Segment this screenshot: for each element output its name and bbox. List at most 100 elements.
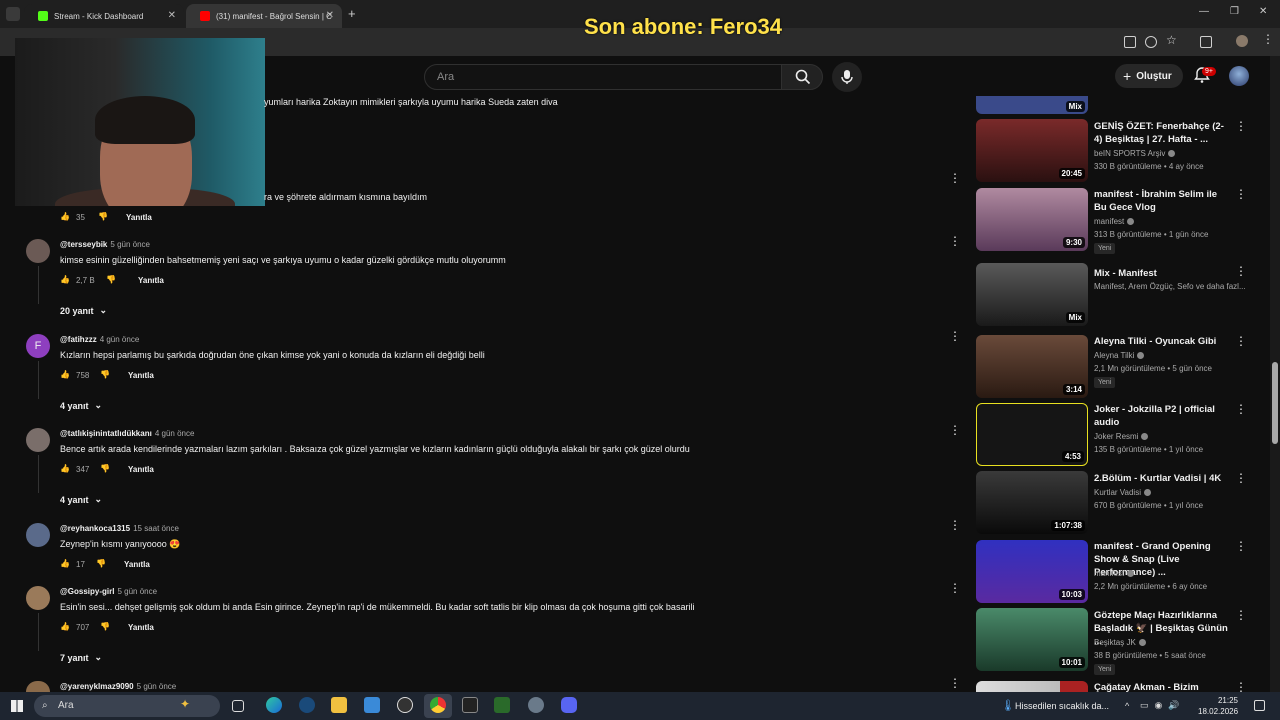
video-menu-icon[interactable]: ⋮ [1235,403,1247,415]
comment-author[interactable]: @tatlıkişinintatlıdükkanı 4 gün önce [60,429,194,438]
video-title[interactable]: Joker - Jokzilla P2 | official audio [1094,403,1228,429]
comment-menu-icon[interactable]: ⋮ [949,172,961,184]
steam-icon[interactable] [299,697,315,713]
obs-icon[interactable] [397,697,413,713]
video-channel[interactable]: Manifest, Arem Özgüç, Sefo ve daha fazl.… [1094,282,1249,291]
video-channel[interactable]: Kurtlar Vadisi [1094,488,1249,497]
replies-toggle[interactable]: 4 yanıt ⌄ [60,494,102,505]
close-icon[interactable]: ✕ [168,10,176,21]
store-icon[interactable] [364,697,380,713]
video-thumbnail[interactable]: Mix [976,263,1088,326]
tray-chevron-icon[interactable]: ^ [1125,701,1129,711]
discord-icon[interactable] [561,697,577,713]
video-thumbnail[interactable]: 20:45 [976,119,1088,182]
author-name[interactable]: @reyhankoca1315 [60,524,130,533]
like-icon[interactable]: 👍 [60,275,70,285]
video-menu-icon[interactable]: ⋮ [1235,540,1247,552]
replies-toggle[interactable]: 20 yanıt ⌄ [60,305,107,316]
avatar[interactable] [26,523,50,547]
dislike-icon[interactable]: 👎 [96,559,106,569]
restore-icon[interactable]: ❐ [1230,6,1239,17]
system-tray-icons[interactable]: ▭◉🔊 [1140,700,1186,711]
browser-menu-icon[interactable]: ⋮ [1262,32,1274,46]
channel-name[interactable]: Joker Resmi [1094,432,1138,441]
weather-text[interactable]: Hissedilen sıcaklık da... [1015,701,1109,711]
comment-author[interactable]: @Gossipy-girl 5 gün önce [60,587,157,596]
author-name[interactable]: @yarenyklmaz9090 [60,682,134,691]
windows-start-icon[interactable] [11,700,23,712]
channel-name[interactable]: Beşiktaş JK [1094,638,1136,647]
video-menu-icon[interactable]: ⋮ [1235,335,1247,347]
avatar[interactable] [26,239,50,263]
channel-name[interactable]: Aleyna Tilki [1094,351,1134,360]
channel-name[interactable]: manifest [1094,569,1124,578]
like-icon[interactable]: 👍 [60,212,70,222]
reply-button[interactable]: Yanıtla [128,465,154,474]
video-title[interactable]: GENİŞ ÖZET: Fenerbahçe (2-4) Beşiktaş | … [1094,120,1228,146]
video-thumbnail[interactable]: 10:01 [976,608,1088,671]
dislike-icon[interactable]: 👎 [100,622,110,632]
comment-menu-icon[interactable]: ⋮ [949,582,961,594]
like-icon[interactable]: 👍 [60,559,70,569]
avatar[interactable] [26,586,50,610]
author-name[interactable]: @tatlıkişinintatlıdükkanı [60,429,152,438]
new-tab-button[interactable]: + [348,6,356,21]
close-window-icon[interactable]: ✕ [1259,6,1267,17]
video-title[interactable]: 2.Bölüm - Kurtlar Vadisi | 4K [1094,472,1228,485]
app-icon[interactable] [494,697,510,713]
video-channel[interactable]: Joker Resmi [1094,432,1249,441]
video-thumbnail[interactable]: 3:14 [976,335,1088,398]
avatar[interactable] [26,428,50,452]
dislike-icon[interactable]: 👎 [100,464,110,474]
account-avatar[interactable] [1229,66,1249,86]
video-title[interactable]: Aleyna Tilki - Oyuncak Gibi [1094,335,1228,348]
comment-time[interactable]: 5 gün önce [117,587,157,596]
video-thumbnail[interactable]: 1:07:38 [976,471,1088,534]
video-thumbnail[interactable]: 10:03 [976,540,1088,603]
reply-button[interactable]: Yanıtla [128,623,154,632]
video-menu-icon[interactable]: ⋮ [1235,120,1247,132]
comment-menu-icon[interactable]: ⋮ [949,424,961,436]
task-view-icon[interactable] [232,700,244,712]
star-icon[interactable]: ☆ [1166,33,1177,47]
video-thumbnail[interactable]: 9:30 [976,188,1088,251]
tab-kick-dashboard[interactable]: Stream - Kick Dashboard ✕ [24,4,184,28]
video-channel[interactable]: Beşiktaş JK [1094,638,1249,647]
comment-author[interactable]: @tersseybik 5 gün önce [60,240,150,249]
video-menu-icon[interactable]: ⋮ [1235,609,1247,621]
comment-author[interactable]: @yarenyklmaz9090 5 gün önce [60,682,176,691]
extensions-icon[interactable] [1200,36,1212,48]
reply-button[interactable]: Yanıtla [138,276,164,285]
channel-name[interactable]: manifest [1094,217,1124,226]
epic-games-icon[interactable] [462,697,478,713]
comment-time[interactable]: 5 gün önce [137,682,177,691]
author-name[interactable]: @fatihzzz [60,335,97,344]
profile-icon[interactable] [1236,35,1248,47]
video-menu-icon[interactable]: ⋮ [1235,681,1247,693]
comment-menu-icon[interactable]: ⋮ [949,330,961,342]
file-explorer-icon[interactable] [331,697,347,713]
create-button[interactable]: + Oluştur [1115,64,1183,88]
search-button[interactable] [781,64,823,90]
author-name[interactable]: @Gossipy-girl [60,587,114,596]
comment-author[interactable]: @reyhankoca1315 15 saat önce [60,524,179,533]
like-icon[interactable]: 👍 [60,622,70,632]
minimize-icon[interactable]: — [1199,6,1209,17]
comment-time[interactable]: 5 gün önce [110,240,150,249]
dislike-icon[interactable]: 👎 [98,212,108,222]
comment-time[interactable]: 4 gün önce [155,429,195,438]
close-icon[interactable]: ✕ [326,10,334,21]
channel-name[interactable]: Kurtlar Vadisi [1094,488,1141,497]
channel-name[interactable]: beIN SPORTS Arşiv [1094,149,1165,158]
scrollbar-thumb[interactable] [1272,362,1278,444]
tab-youtube[interactable]: (31) manifest - Bağrol Sensin | C ✕ [186,4,342,28]
avatar[interactable]: F [26,334,50,358]
notification-center-icon[interactable] [1254,700,1265,711]
app-icon[interactable] [528,697,544,713]
avatar[interactable] [26,681,50,692]
video-thumbnail[interactable] [976,681,1088,692]
search-input[interactable]: Ara [424,64,782,90]
taskbar-clock[interactable]: 21:25 18.02.2026 [1198,695,1238,717]
like-icon[interactable]: 👍 [60,464,70,474]
voice-search-button[interactable] [832,62,862,92]
